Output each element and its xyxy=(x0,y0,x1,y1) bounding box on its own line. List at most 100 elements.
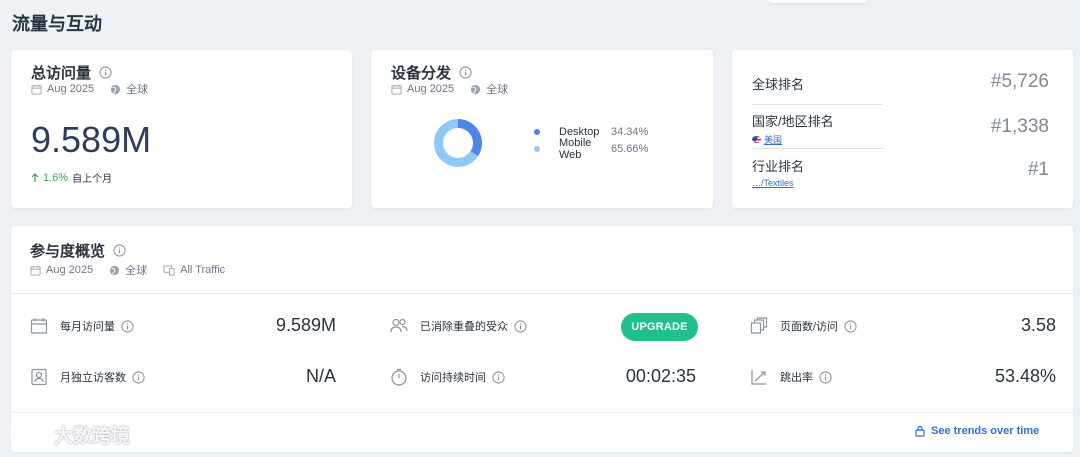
change-label: 自上个月 xyxy=(72,174,113,185)
timer-icon xyxy=(391,368,407,386)
info-icon[interactable] xyxy=(121,319,134,333)
device-distribution-card: 设备分发 Aug 2025 全球 Desktop 34.34% Mobile W… xyxy=(371,50,713,208)
arrow-up-icon xyxy=(31,172,39,182)
metric-monthly-visits: 每月访问量 xyxy=(30,314,134,338)
pages-per-visit-label: 页面数/访问 xyxy=(780,321,839,333)
visit-duration-value: 00:02:35 xyxy=(625,366,696,386)
divider xyxy=(11,412,1073,413)
info-icon[interactable] xyxy=(132,370,145,384)
total-visits-title-row: 总访问量 xyxy=(31,62,112,83)
country-rank-value: #1,338 xyxy=(990,116,1049,137)
divider xyxy=(752,148,883,149)
devices-icon xyxy=(163,264,175,276)
dedup-audience-label: 已消除重叠的受众 xyxy=(420,321,508,333)
unique-visitors-label: 月独立访客数 xyxy=(60,372,126,384)
legend-value-desktop: 34.34% xyxy=(611,125,649,138)
device-legend: Desktop 34.34% Mobile Web 65.66% xyxy=(534,123,649,161)
country-rank-label: 国家/地区排名 xyxy=(752,114,834,129)
info-icon[interactable] xyxy=(99,66,112,79)
engagement-title: 参与度概览 xyxy=(30,243,106,260)
metric-label: 已消除重叠的受众 xyxy=(420,318,527,334)
total-visits-meta: Aug 2025 全球 xyxy=(31,81,148,97)
monthly-visits-label: 每月访问量 xyxy=(60,321,115,333)
industry-rank-row: 行业排名 …/Textiles xyxy=(752,156,883,188)
region-label: 全球 xyxy=(486,84,509,96)
calendar-icon xyxy=(30,318,48,334)
date-label: Aug 2025 xyxy=(47,83,95,95)
metric-unique-visitors: 月独立访客数 xyxy=(30,365,145,389)
total-visits-card: 总访问量 Aug 2025 全球 9.589M 1.6% 自上个月 xyxy=(11,50,352,208)
divider xyxy=(752,104,883,105)
region-label: 全球 xyxy=(126,84,149,96)
see-trends-label: See trends over time xyxy=(931,425,1040,437)
visit-duration-label: 访问持续时间 xyxy=(420,372,486,384)
legend-value-mobile: 65.66% xyxy=(611,142,649,155)
calendar-icon xyxy=(30,265,41,276)
country-rank-row: 国家/地区排名 美国 xyxy=(752,111,883,146)
bounce-icon xyxy=(751,370,766,385)
upgrade-button[interactable]: UPGRADE xyxy=(621,313,698,341)
legend-label-mobile: Mobile Web xyxy=(559,136,592,161)
engagement-title-row: 参与度概览 xyxy=(30,240,126,261)
info-icon[interactable] xyxy=(844,319,857,333)
globe-icon xyxy=(110,265,120,275)
users-icon xyxy=(390,318,408,333)
industry-rank-label: 行业排名 xyxy=(752,159,805,174)
engagement-overview-card: 参与度概览 Aug 2025 全球 All Traffic 每月访问量 9.58… xyxy=(11,226,1073,452)
metric-pages-per-visit: 页面数/访问 xyxy=(750,314,857,338)
metric-label: 每月访问量 xyxy=(60,318,134,334)
watermark: 大数跨境 xyxy=(8,421,130,448)
traffic-label: All Traffic xyxy=(180,264,226,276)
metric-label: 访问持续时间 xyxy=(420,369,505,385)
calendar-icon xyxy=(391,84,402,95)
metric-label: 月独立访客数 xyxy=(60,369,145,385)
bounce-rate-value: 53.48% xyxy=(994,366,1056,386)
device-donut-chart xyxy=(434,119,482,167)
see-trends-link[interactable]: See trends over time xyxy=(915,425,1039,437)
device-meta: Aug 2025 全球 xyxy=(391,81,508,97)
industry-name: …/Textiles xyxy=(752,178,794,188)
country-link[interactable]: 美国 xyxy=(752,133,883,146)
metric-bounce-rate: 跳出率 xyxy=(750,365,832,389)
legend-dot-mobile xyxy=(534,145,540,152)
info-icon[interactable] xyxy=(113,244,126,257)
date-label: Aug 2025 xyxy=(46,264,94,276)
date-label: Aug 2025 xyxy=(407,83,455,95)
global-rank-row: 全球排名 xyxy=(752,74,883,93)
info-icon[interactable] xyxy=(459,66,472,79)
unique-visitors-value: N/A xyxy=(305,366,336,386)
watermark-text: 大数跨境 xyxy=(54,426,131,447)
globe-icon xyxy=(471,84,481,94)
global-rank-label: 全球排名 xyxy=(752,77,805,92)
info-icon[interactable] xyxy=(514,319,527,333)
monthly-visits-value: 9.589M xyxy=(275,315,336,335)
page-title: 流量与互动 xyxy=(12,14,102,34)
pages-per-visit-value: 3.58 xyxy=(1020,315,1056,335)
donut-slice-desktop xyxy=(457,119,482,157)
divider xyxy=(11,293,1073,294)
legend-dot-desktop xyxy=(534,128,540,135)
bounce-rate-label: 跳出率 xyxy=(780,372,813,384)
pages-icon xyxy=(750,317,768,334)
country-name: 美国 xyxy=(764,135,783,145)
metric-label: 跳出率 xyxy=(780,369,832,385)
total-visits-title: 总访问量 xyxy=(31,65,92,82)
top-popup-stub xyxy=(768,0,868,3)
us-flag-icon xyxy=(752,136,761,143)
calendar-icon xyxy=(31,84,42,95)
info-icon[interactable] xyxy=(492,370,505,384)
device-title: 设备分发 xyxy=(391,65,452,82)
visits-change: 1.6% 自上个月 xyxy=(31,170,112,185)
watermark-logo-icon xyxy=(10,426,41,444)
total-visits-value: 9.589M xyxy=(31,119,152,160)
id-card-icon xyxy=(31,368,47,386)
region-label: 全球 xyxy=(125,265,148,277)
globe-icon xyxy=(111,84,121,94)
device-title-row: 设备分发 xyxy=(391,62,472,83)
info-icon[interactable] xyxy=(819,370,832,384)
industry-link[interactable]: …/Textiles xyxy=(752,178,883,188)
change-percent: 1.6% xyxy=(43,171,69,184)
industry-rank-value: #1 xyxy=(1027,159,1049,180)
legend-item-mobile: Mobile Web 65.66% xyxy=(534,137,649,161)
metric-visit-duration: 访问持续时间 xyxy=(390,365,505,389)
